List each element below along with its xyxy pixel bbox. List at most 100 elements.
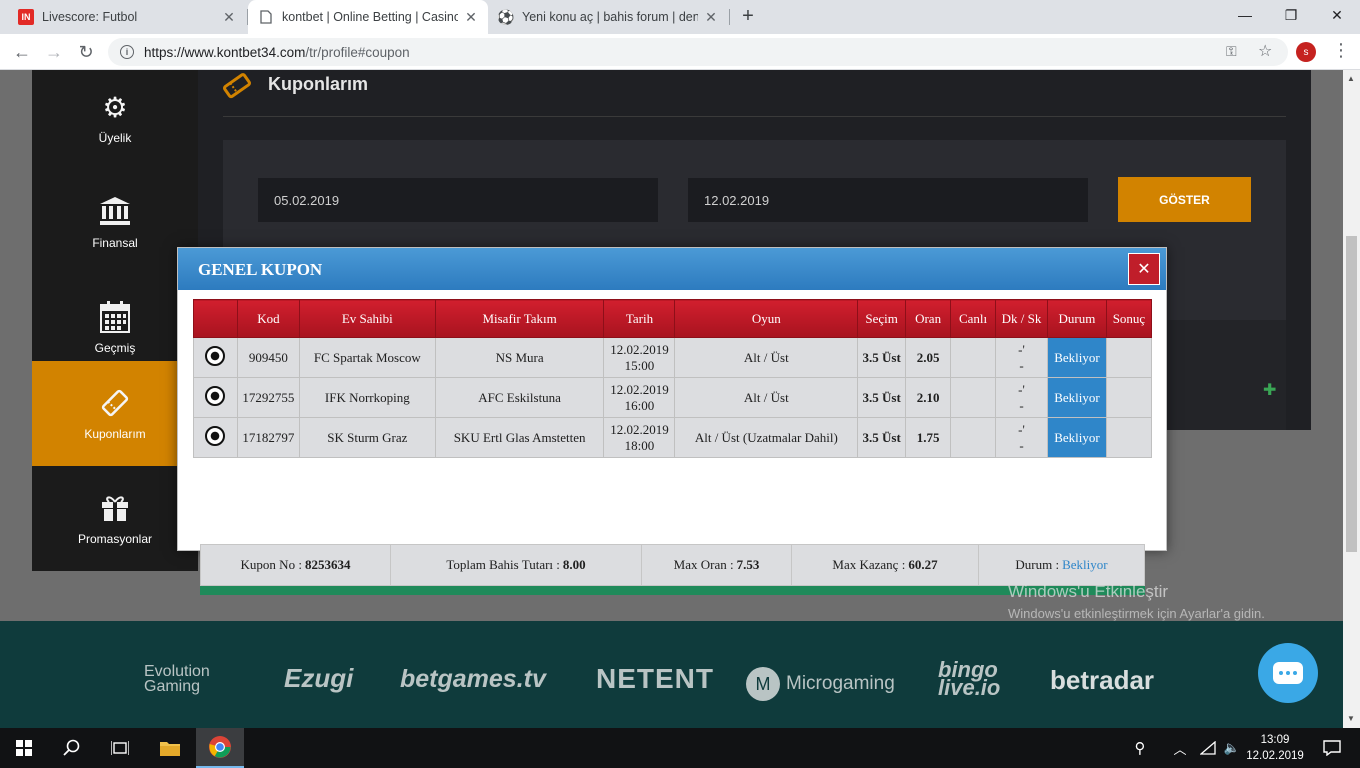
address-bar[interactable]: i https://www.kontbet34.com/tr/profile#c… xyxy=(108,38,1288,66)
game-cell: Alt / Üst (Uzatmalar Dahil) xyxy=(674,417,859,458)
tab-kontbet[interactable]: kontbet | Online Betting | Casino ✕ xyxy=(248,0,488,34)
sidebar-item-label: Üyelik xyxy=(98,130,132,145)
away-team-cell: AFC Eskilstuna xyxy=(434,377,605,418)
microgaming-m-icon: M xyxy=(746,667,780,701)
chrome-taskbar-icon[interactable] xyxy=(196,728,244,768)
profile-avatar[interactable]: s xyxy=(1296,42,1316,62)
site-info-icon[interactable]: i xyxy=(120,45,134,59)
modal-title: GENEL KUPON xyxy=(198,260,323,279)
chevron-up-icon[interactable]: ︿ xyxy=(1162,728,1198,768)
page-viewport: ⚙ Üyelik Finansal Geçmiş Kuponlarım Prom… xyxy=(0,70,1343,728)
coupon-table: Kod Ev Sahibi Misafir Takım Tarih Oyun S… xyxy=(193,299,1153,458)
tab-forum[interactable]: ⚽ Yeni konu aç | bahis forum | dene ✕ xyxy=(488,0,728,34)
back-arrow-icon[interactable]: ← xyxy=(10,40,34,64)
selection-cell: 3.5 Üst xyxy=(857,417,907,458)
search-icon[interactable] xyxy=(48,728,96,768)
column-header: Seçim xyxy=(857,299,907,338)
status-badge: Bekliyor xyxy=(1046,417,1107,458)
sidebar-item-label: Geçmiş xyxy=(94,340,136,355)
page-scrollbar[interactable]: ▲ ▼ xyxy=(1343,70,1360,728)
column-header: Dk / Sk xyxy=(995,299,1048,338)
microgaming-logo: M Microgaming xyxy=(746,667,895,701)
live-cell xyxy=(950,417,997,458)
url-host: https://www.kontbet34.com xyxy=(144,44,306,60)
sidebar-item-kuponlarim[interactable]: Kuponlarım xyxy=(32,361,198,466)
sidebar-item-promasyonlar[interactable]: Promasyonlar xyxy=(32,466,198,571)
tab-close-icon[interactable]: ✕ xyxy=(222,9,236,26)
file-explorer-icon[interactable] xyxy=(146,728,194,768)
summary-value: 8.00 xyxy=(562,557,586,572)
tab-divider xyxy=(729,9,730,25)
sidebar-item-uyelik[interactable]: ⚙ Üyelik xyxy=(32,70,198,170)
soccer-ball-icon xyxy=(205,385,226,406)
column-header xyxy=(193,299,238,338)
match-date: 12.02.2019 xyxy=(610,341,669,357)
task-view-icon[interactable] xyxy=(96,728,144,768)
home-team-cell: IFK Norrkoping xyxy=(298,377,436,418)
coupon-number: Kupon No :8253634 xyxy=(201,545,391,585)
date-to-input[interactable]: 12.02.2019 xyxy=(688,178,1088,222)
volume-icon[interactable]: 🔈 xyxy=(1220,728,1244,768)
scroll-up-icon[interactable]: ▲ xyxy=(1347,74,1355,83)
clock-time: 13:09 xyxy=(1260,734,1290,746)
windows-start-icon[interactable] xyxy=(0,728,48,768)
odds-cell: 2.05 xyxy=(905,337,952,378)
browser-menu-icon[interactable]: ⋮ xyxy=(1332,40,1350,61)
taskbar-clock[interactable]: 13:09 12.02.2019 xyxy=(1244,732,1306,764)
summary-label: Max Oran : xyxy=(673,557,734,572)
column-header: Tarih xyxy=(603,299,676,338)
scroll-down-icon[interactable]: ▼ xyxy=(1347,714,1355,723)
new-tab-button[interactable]: + xyxy=(737,5,759,28)
minimize-button[interactable]: — xyxy=(1222,0,1268,30)
game-cell: Alt / Üst xyxy=(674,377,859,418)
ticket-icon xyxy=(99,387,131,421)
notifications-icon[interactable] xyxy=(1312,728,1352,768)
away-team-cell: NS Mura xyxy=(434,337,605,378)
column-header: Misafir Takım xyxy=(434,299,605,338)
date-cell: 12.02.2019 16:00 xyxy=(603,377,676,418)
sidebar-item-label: Kuponlarım xyxy=(84,426,146,441)
coupon-summary: Kupon No :8253634 Toplam Bahis Tutarı :8… xyxy=(200,544,1145,586)
match-date: 12.02.2019 xyxy=(610,421,669,437)
tab-title: Livescore: Futbol xyxy=(42,10,138,24)
tab-close-icon[interactable]: ✕ xyxy=(464,9,478,26)
logo-text: Microgaming xyxy=(786,673,895,694)
summary-status-bar xyxy=(200,586,1145,595)
key-icon[interactable]: ⚿ xyxy=(1226,43,1237,60)
result-cell xyxy=(1105,337,1153,378)
people-icon[interactable]: ⚲ xyxy=(1120,728,1160,768)
sidebar-item-finansal[interactable]: Finansal xyxy=(32,170,198,275)
summary-value: 8253634 xyxy=(304,557,351,572)
tab-livescore[interactable]: IN Livescore: Futbol ✕ xyxy=(8,0,246,34)
tab-title: Yeni konu aç | bahis forum | dene xyxy=(522,10,698,24)
scrollbar-thumb[interactable] xyxy=(1346,236,1357,552)
close-icon[interactable]: ✕ xyxy=(1128,253,1160,285)
sport-cell xyxy=(193,417,238,458)
score-value: - xyxy=(1019,437,1024,453)
reload-icon[interactable]: ↻ xyxy=(74,40,98,64)
status-badge: Bekliyor xyxy=(1046,377,1107,418)
show-button[interactable]: GÖSTER xyxy=(1118,177,1251,222)
general-coupon-modal: GENEL KUPON ✕ Kod Ev Sahibi Misafir Takı… xyxy=(177,247,1167,595)
chat-icon xyxy=(1273,662,1303,684)
activation-watermark-subtitle: Windows'u etkinleştirmek için Ayarlar'a … xyxy=(1008,606,1265,621)
total-stake: Toplam Bahis Tutarı :8.00 xyxy=(391,545,642,585)
network-icon[interactable] xyxy=(1196,728,1220,768)
star-bookmark-icon[interactable]: ☆ xyxy=(1258,41,1272,61)
live-chat-button[interactable] xyxy=(1258,643,1318,703)
plus-icon[interactable]: ✚ xyxy=(1263,380,1276,400)
minute-value: -' xyxy=(1018,341,1025,357)
forward-arrow-icon[interactable]: → xyxy=(42,40,66,64)
kod-cell: 909450 xyxy=(236,337,300,378)
close-window-button[interactable]: ✕ xyxy=(1314,0,1360,30)
windows-taskbar: ⚲ ︿ 🔈 13:09 12.02.2019 xyxy=(0,728,1360,768)
coupon-status: Durum : Bekliyor xyxy=(979,545,1144,585)
home-team-cell: SK Sturm Graz xyxy=(298,417,436,458)
minute-value: -' xyxy=(1018,381,1025,397)
maximize-button[interactable]: ❐ xyxy=(1268,0,1314,30)
bank-icon xyxy=(98,196,132,230)
sidebar-item-label: Finansal xyxy=(92,235,138,250)
date-from-input[interactable]: 05.02.2019 xyxy=(258,178,658,222)
summary-value: 7.53 xyxy=(736,557,760,572)
tab-close-icon[interactable]: ✕ xyxy=(704,9,718,26)
